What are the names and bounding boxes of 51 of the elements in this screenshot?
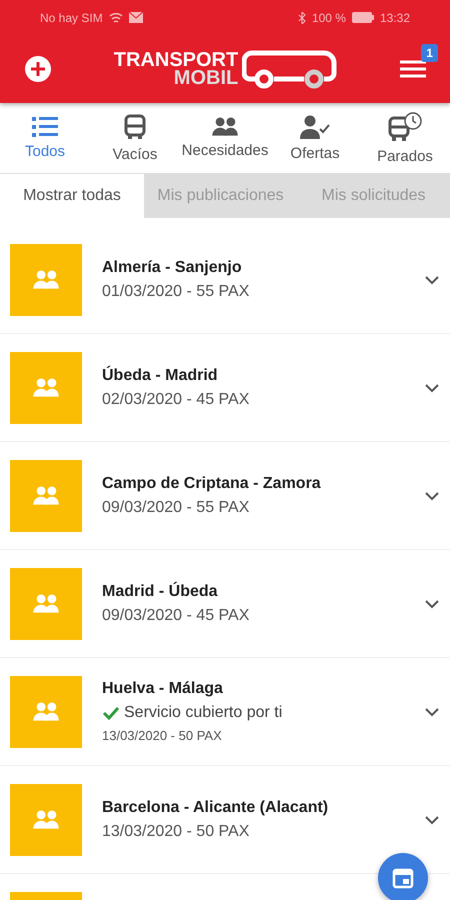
people-icon (211, 116, 239, 136)
check-icon (102, 706, 120, 720)
people-icon (32, 594, 60, 614)
chevron-down-icon[interactable] (424, 706, 440, 716)
battery-icon (352, 12, 374, 23)
calendar-icon (392, 867, 414, 889)
add-icon[interactable] (24, 55, 52, 83)
bus-clock-icon (388, 112, 422, 142)
trip-detail: 02/03/2020 - 45 PAX (102, 390, 250, 408)
clock-text: 13:32 (380, 10, 410, 24)
list-icon (32, 116, 58, 136)
person-check-icon (300, 114, 330, 138)
trip-title: Úbeda - Madrid (102, 366, 219, 384)
trip-detail: 13/03/2020 - 50 PAX (102, 822, 250, 840)
trip-row[interactable]: Úbeda - Madrid 02/03/2020 - 45 PAX (0, 334, 450, 442)
trip-title: Huelva - Málaga (102, 680, 224, 698)
logo-text: TRANSPORT (114, 51, 238, 69)
chevron-down-icon[interactable] (424, 274, 440, 284)
trip-row[interactable]: Madrid - Úbeda 09/03/2020 - 45 PAX (0, 550, 450, 658)
carrier-text: No hay SIM (40, 10, 103, 24)
bluetooth-icon (298, 12, 306, 24)
mail-icon (128, 12, 143, 23)
calendar-button[interactable] (378, 853, 428, 900)
people-icon (32, 270, 60, 290)
people-icon (32, 702, 60, 722)
trip-detail: 09/03/2020 - 45 PAX (102, 606, 250, 624)
trip-title: Barcelona - Alicante (Alacant) (102, 798, 330, 816)
trip-row[interactable]: Huelva - Málaga Servicio cubierto por ti 13/03/2020 - 50 PAX (0, 658, 450, 766)
trip-title: Almería - Sanjenjo (102, 258, 243, 276)
people-icon (32, 810, 60, 830)
trip-row[interactable]: Almería - Sanjenjo 01/03/2020 - 55 PAX (0, 226, 450, 334)
people-icon (32, 378, 60, 398)
battery-percent: 100 % (312, 10, 346, 24)
trip-detail: 13/03/2020 - 50 PAX (102, 728, 223, 743)
chevron-down-icon[interactable] (424, 598, 440, 608)
trip-title: Campo de Criptana - Zamora (102, 474, 322, 492)
chevron-down-icon[interactable] (424, 814, 440, 824)
bus-logo-icon (242, 49, 338, 89)
chevron-down-icon[interactable] (424, 490, 440, 500)
trip-title: Madrid - Úbeda (102, 582, 219, 600)
bus-icon (122, 114, 148, 140)
trip-status: Servicio cubierto por ti (102, 704, 404, 722)
people-icon (32, 486, 60, 506)
trip-detail: 09/03/2020 - 55 PAX (102, 498, 250, 516)
trip-row[interactable]: Campo de Criptana - Zamora 09/03/2020 - 55 PAX (0, 442, 450, 550)
wifi-icon (108, 12, 123, 24)
logo-subtext: MOBIL (174, 69, 238, 87)
menu-button[interactable] (400, 59, 426, 79)
chevron-down-icon[interactable] (424, 382, 440, 392)
notification-badge: 1 (421, 44, 438, 62)
trip-detail: 01/03/2020 - 55 PAX (102, 282, 250, 300)
